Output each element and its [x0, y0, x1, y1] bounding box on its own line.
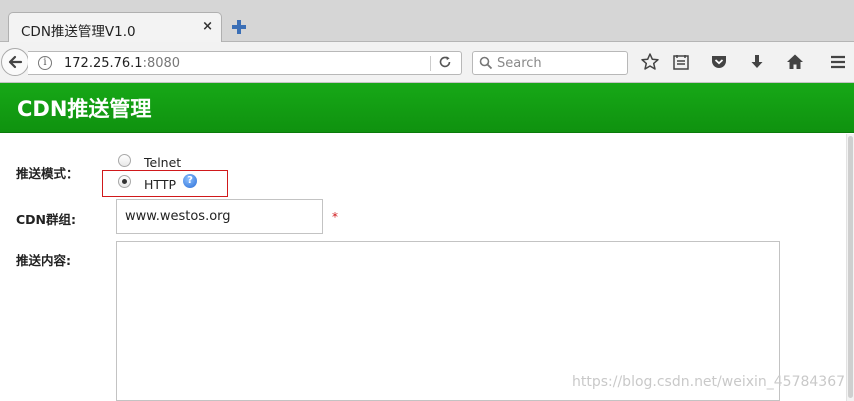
search-placeholder: Search	[497, 56, 542, 71]
search-bar[interactable]: Search	[472, 51, 628, 75]
home-icon[interactable]	[785, 52, 805, 72]
url-bar[interactable]: i 172.25.76.1:8080	[28, 51, 462, 75]
menu-icon[interactable]	[828, 52, 848, 72]
tab-title: CDN推送管理V1.0	[21, 24, 136, 40]
push-mode-label: 推送模式：	[16, 166, 79, 181]
url-text[interactable]: 172.25.76.1:8080	[64, 56, 180, 71]
scrollbar-thumb[interactable]	[848, 136, 853, 398]
tab-strip: CDN推送管理V1.0 ×	[0, 0, 854, 43]
tab-close-icon[interactable]: ×	[202, 19, 213, 34]
radio-http-label: HTTP	[144, 177, 176, 192]
download-icon[interactable]	[747, 52, 767, 72]
radio-telnet[interactable]	[118, 154, 131, 167]
url-host: 172.25.76.1	[64, 56, 143, 71]
cdn-group-field[interactable]	[116, 199, 323, 234]
radio-telnet-label: Telnet	[144, 155, 182, 170]
reading-list-icon[interactable]	[671, 52, 691, 72]
push-content-label: 推送内容:	[16, 253, 71, 268]
site-info-icon[interactable]: i	[38, 56, 52, 70]
radio-http[interactable]	[118, 175, 131, 188]
page-scrollbar[interactable]	[846, 134, 854, 401]
page-title: CDN推送管理	[17, 97, 152, 121]
url-separator	[430, 56, 431, 71]
navigation-bar: i 172.25.76.1:8080 Search	[0, 42, 854, 83]
search-icon	[479, 56, 493, 70]
page-header: CDN推送管理	[0, 83, 854, 133]
bookmark-star-icon[interactable]	[640, 52, 660, 72]
cdn-group-label: CDN群组:	[16, 212, 77, 227]
browser-window: CDN推送管理V1.0 × i 172.25.76.1:8080 Search …	[0, 0, 854, 401]
pocket-icon[interactable]	[709, 52, 729, 72]
back-button[interactable]	[1, 48, 29, 76]
url-port: :8080	[142, 56, 181, 71]
push-form: 推送模式： Telnet HTTP ? CDN群组: * 推送内容: https…	[0, 134, 854, 401]
back-arrow-icon	[8, 55, 23, 69]
watermark-text: https://blog.csdn.net/weixin_45784367	[572, 374, 846, 390]
required-mark: *	[332, 210, 338, 224]
browser-tab[interactable]: CDN推送管理V1.0 ×	[8, 12, 222, 43]
new-tab-icon[interactable]	[230, 18, 248, 36]
reload-icon[interactable]	[438, 55, 452, 69]
cdn-group-input[interactable]	[117, 200, 322, 233]
help-icon[interactable]: ?	[183, 174, 197, 188]
